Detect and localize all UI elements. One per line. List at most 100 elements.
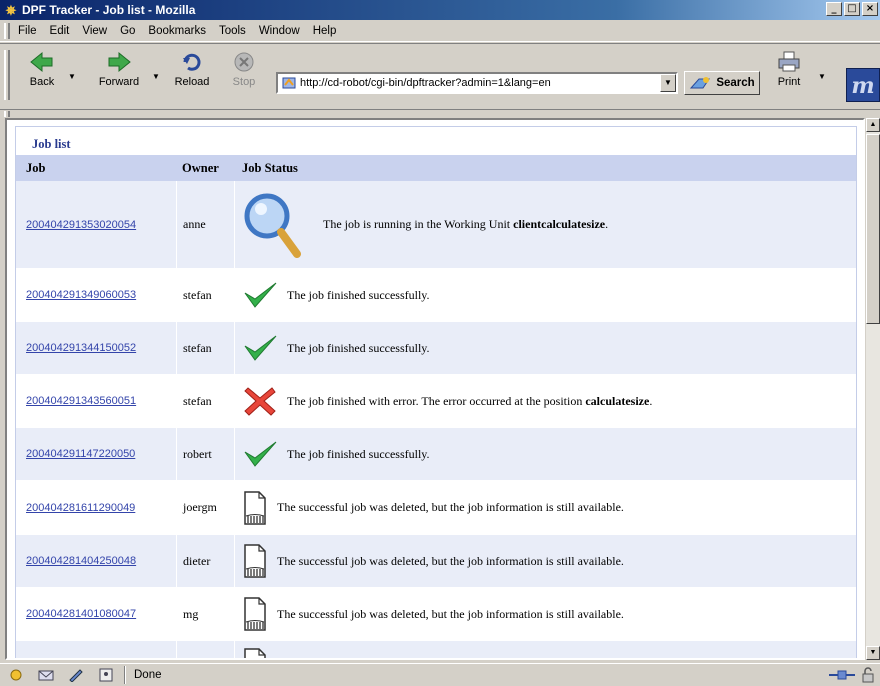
job-id-link[interactable]: 200404291147220050 (26, 448, 135, 460)
page-proxy-icon (282, 77, 296, 89)
stop-label: Stop (232, 76, 256, 88)
job-id-link[interactable]: 200404291349060053 (26, 289, 136, 301)
status-cell: The successful job was deleted, but the … (234, 588, 856, 640)
forward-button[interactable]: Forward (94, 50, 144, 88)
print-dropdown-icon[interactable]: ▼ (818, 72, 826, 81)
job-table-body: 200404291353020054 anne The job is running… (16, 181, 856, 658)
personal-toolbar (0, 109, 880, 117)
status-cell: The job finished with error. The error o… (234, 375, 856, 427)
job-id-link[interactable]: 200404291353020054 (26, 219, 136, 231)
job-id-link[interactable]: 200404281404250048 (26, 555, 136, 567)
status-position: clientcalculatesize (513, 217, 606, 231)
status-position: calculatesize (585, 393, 650, 408)
url-text: http://cd-robot/cgi-bin/dpftracker?admin… (300, 77, 551, 89)
table-row: 200404291344150052 stefan The job finished… (16, 322, 856, 375)
job-id-link[interactable]: 200404281611290049 (26, 502, 135, 514)
online-status-icon[interactable] (828, 667, 856, 683)
status-cell: The job is running in the Working Unit c… (234, 181, 856, 268)
menu-edit[interactable]: Edit (50, 25, 70, 37)
reload-button[interactable]: Reload (170, 50, 214, 88)
status-cell: The job finished successfully. (234, 428, 856, 480)
owner-cell: stefan (176, 322, 234, 374)
scroll-down-icon[interactable]: ▼ (866, 646, 880, 660)
navigator-icon[interactable] (8, 668, 24, 682)
error-x-icon (243, 385, 277, 417)
printer-icon (778, 51, 800, 72)
toolbar-grip[interactable] (4, 50, 10, 100)
menu-window[interactable]: Window (259, 25, 300, 37)
navigation-toolbar: Back ▼ Forward ▼ Reload Stop http://cd-r… (0, 43, 880, 109)
menu-bookmarks[interactable]: Bookmarks (148, 25, 206, 37)
mozilla-throbber-logo[interactable]: m (846, 68, 880, 102)
table-row: 200404281401080047 mg The successful job w… (16, 588, 856, 641)
table-row: 200404291343560051 stefan The job finished… (16, 375, 856, 428)
table-row (16, 641, 856, 658)
status-cell: The job finished successfully. (234, 322, 856, 374)
check-icon (243, 440, 277, 468)
maximize-button[interactable]: □ (844, 2, 860, 16)
stop-button[interactable]: Stop (226, 50, 262, 88)
job-id-link[interactable]: 200404291344150052 (26, 342, 136, 354)
job-cell: 200404291147220050 (16, 428, 176, 480)
job-cell: 200404281611290049 (16, 481, 176, 534)
mail-icon[interactable] (38, 668, 54, 682)
document-icon (243, 490, 267, 526)
personal-toolbar-grip[interactable] (4, 111, 10, 117)
back-button[interactable]: Back (22, 50, 62, 88)
security-lock-icon[interactable] (860, 667, 876, 683)
menu-tools[interactable]: Tools (219, 25, 246, 37)
vertical-scrollbar[interactable]: ▲ ▼ (866, 118, 880, 660)
owner-cell: joergm (176, 481, 234, 534)
forward-arrow-icon (108, 51, 131, 73)
scroll-thumb[interactable] (866, 134, 880, 324)
status-message: The job finished successfully. (287, 340, 430, 355)
owner-cell: anne (176, 181, 234, 268)
back-label: Back (29, 76, 55, 88)
table-row: 200404281404250048 dieter The successful j… (16, 535, 856, 588)
status-message: The job finished with error. The error o… (287, 393, 586, 408)
status-text: The job finished successfully. (287, 288, 430, 303)
minimize-button[interactable]: _ (826, 2, 842, 16)
address-book-icon[interactable] (98, 668, 114, 682)
composer-icon[interactable] (68, 668, 84, 682)
menu-help[interactable]: Help (313, 25, 337, 37)
scroll-up-icon[interactable]: ▲ (866, 118, 880, 132)
close-button[interactable]: × (862, 2, 878, 16)
status-message: The successful job was deleted, but the … (277, 553, 624, 568)
forward-dropdown-icon[interactable]: ▼ (152, 72, 160, 81)
table-row: 200404291349060053 stefan The job finished… (16, 269, 856, 322)
print-button[interactable]: Print (770, 50, 808, 88)
back-dropdown-icon[interactable]: ▼ (68, 72, 76, 81)
owner-cell (176, 641, 234, 658)
job-cell: 200404291343560051 (16, 375, 176, 427)
forward-label: Forward (98, 76, 140, 88)
status-text: The successful job was deleted, but the … (277, 500, 624, 515)
menubar-grip[interactable] (4, 23, 10, 39)
table-row: 200404291353020054 anne The job is running… (16, 181, 856, 269)
owner-cell: stefan (176, 269, 234, 321)
status-message: The successful job was deleted, but the … (277, 500, 624, 514)
status-suffix: . (649, 393, 653, 408)
job-id-link[interactable]: 200404281401080047 (26, 608, 136, 620)
column-header-job: Job (26, 160, 46, 175)
owner-cell: robert (176, 428, 234, 480)
status-message: The job finished successfully. (287, 287, 430, 302)
url-dropdown-icon[interactable]: ▼ (660, 74, 676, 92)
owner-cell: mg (176, 588, 234, 640)
check-icon (243, 281, 277, 309)
url-bar[interactable]: http://cd-robot/cgi-bin/dpftracker?admin… (276, 72, 678, 94)
status-cell (234, 641, 856, 658)
menu-file[interactable]: File (18, 25, 37, 37)
status-divider (124, 666, 126, 684)
back-arrow-icon (30, 51, 53, 73)
search-label: Search (716, 77, 755, 89)
status-suffix: . (605, 217, 609, 231)
panel-title: Job list (32, 137, 71, 151)
search-icon (690, 77, 711, 89)
job-id-link[interactable]: 200404291343560051 (26, 395, 136, 407)
search-button[interactable]: Search (684, 71, 760, 95)
status-cell: The job finished successfully. (234, 269, 856, 321)
window-title: DPF Tracker - Job list - Mozilla (22, 3, 196, 17)
menu-view[interactable]: View (82, 25, 107, 37)
menu-go[interactable]: Go (120, 25, 135, 37)
